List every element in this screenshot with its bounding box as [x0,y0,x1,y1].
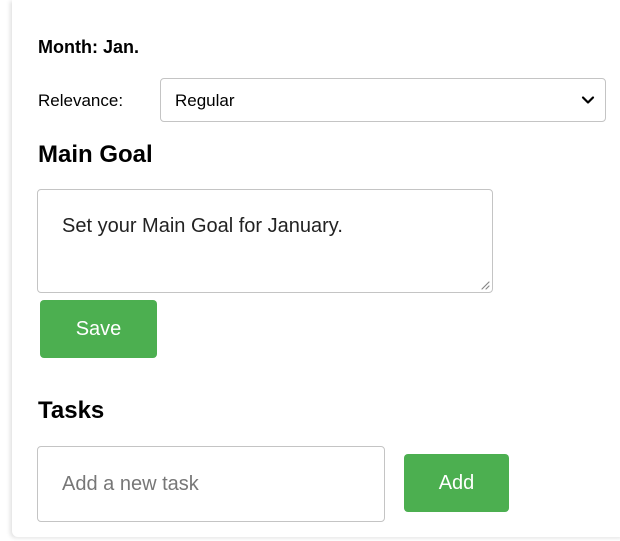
main-goal-heading: Main Goal [38,141,153,168]
add-task-button[interactable]: Add [404,454,509,512]
main-goal-textarea[interactable]: Set your Main Goal for January. [37,189,493,293]
resize-grip-icon[interactable] [480,280,490,290]
chevron-down-icon [581,96,595,104]
new-task-placeholder: Add a new task [62,473,199,495]
month-title: Month: Jan. [38,37,139,57]
relevance-select[interactable]: Regular [160,78,606,122]
relevance-selected-value: Regular [175,91,235,110]
main-goal-text: Set your Main Goal for January. [62,215,343,237]
tasks-heading: Tasks [38,397,105,424]
new-task-input[interactable]: Add a new task [37,446,385,522]
relevance-label: Relevance: [38,91,124,110]
save-button[interactable]: Save [40,300,157,358]
